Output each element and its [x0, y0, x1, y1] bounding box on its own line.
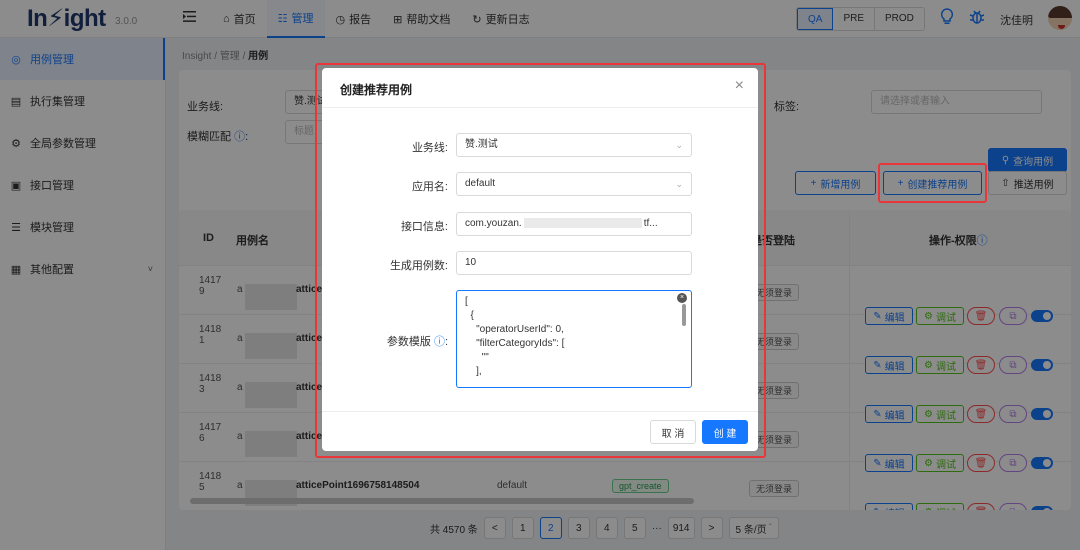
chevron-down-icon: ⌄ — [675, 140, 683, 150]
modal-interface-label: 接口信息: — [400, 221, 448, 233]
clear-icon[interactable]: × — [677, 293, 687, 303]
modal-interface-input[interactable]: com.youzan. tf... — [456, 212, 692, 236]
modal-title: 创建推荐用例 — [340, 83, 413, 97]
modal-app-select[interactable]: default ⌄ — [456, 172, 692, 196]
modal-business-select[interactable]: 赞.测试 ⌄ — [456, 133, 692, 157]
modal-header: 创建推荐用例 × — [322, 68, 758, 108]
create-button[interactable]: 创 建 — [702, 420, 748, 444]
cancel-button[interactable]: 取 消 — [650, 420, 696, 444]
modal-app-label: 应用名: — [411, 181, 448, 193]
highlight-create-recommended — [878, 163, 987, 203]
params-template-textarea[interactable]: [ { "operatorUserId": 0, "filterCategory… — [456, 290, 692, 388]
modal-params-label: 参数模版 ⓘ: — [386, 336, 448, 348]
modal-count-input[interactable]: 10 — [456, 251, 692, 275]
create-recommended-case-modal: 创建推荐用例 × 业务线: 赞.测试 ⌄ 应用名: default ⌄ 接口信息: … — [322, 68, 758, 451]
modal-business-label: 业务线: — [411, 142, 448, 154]
modal-count-label: 生成用例数: — [389, 260, 448, 272]
modal-footer: 取 消 创 建 — [322, 411, 758, 451]
close-icon[interactable]: × — [735, 77, 744, 95]
chevron-down-icon: ⌄ — [675, 179, 683, 189]
textarea-scrollbar[interactable] — [682, 304, 686, 326]
redacted-block — [523, 218, 642, 229]
help-icon: ⓘ — [433, 336, 445, 348]
